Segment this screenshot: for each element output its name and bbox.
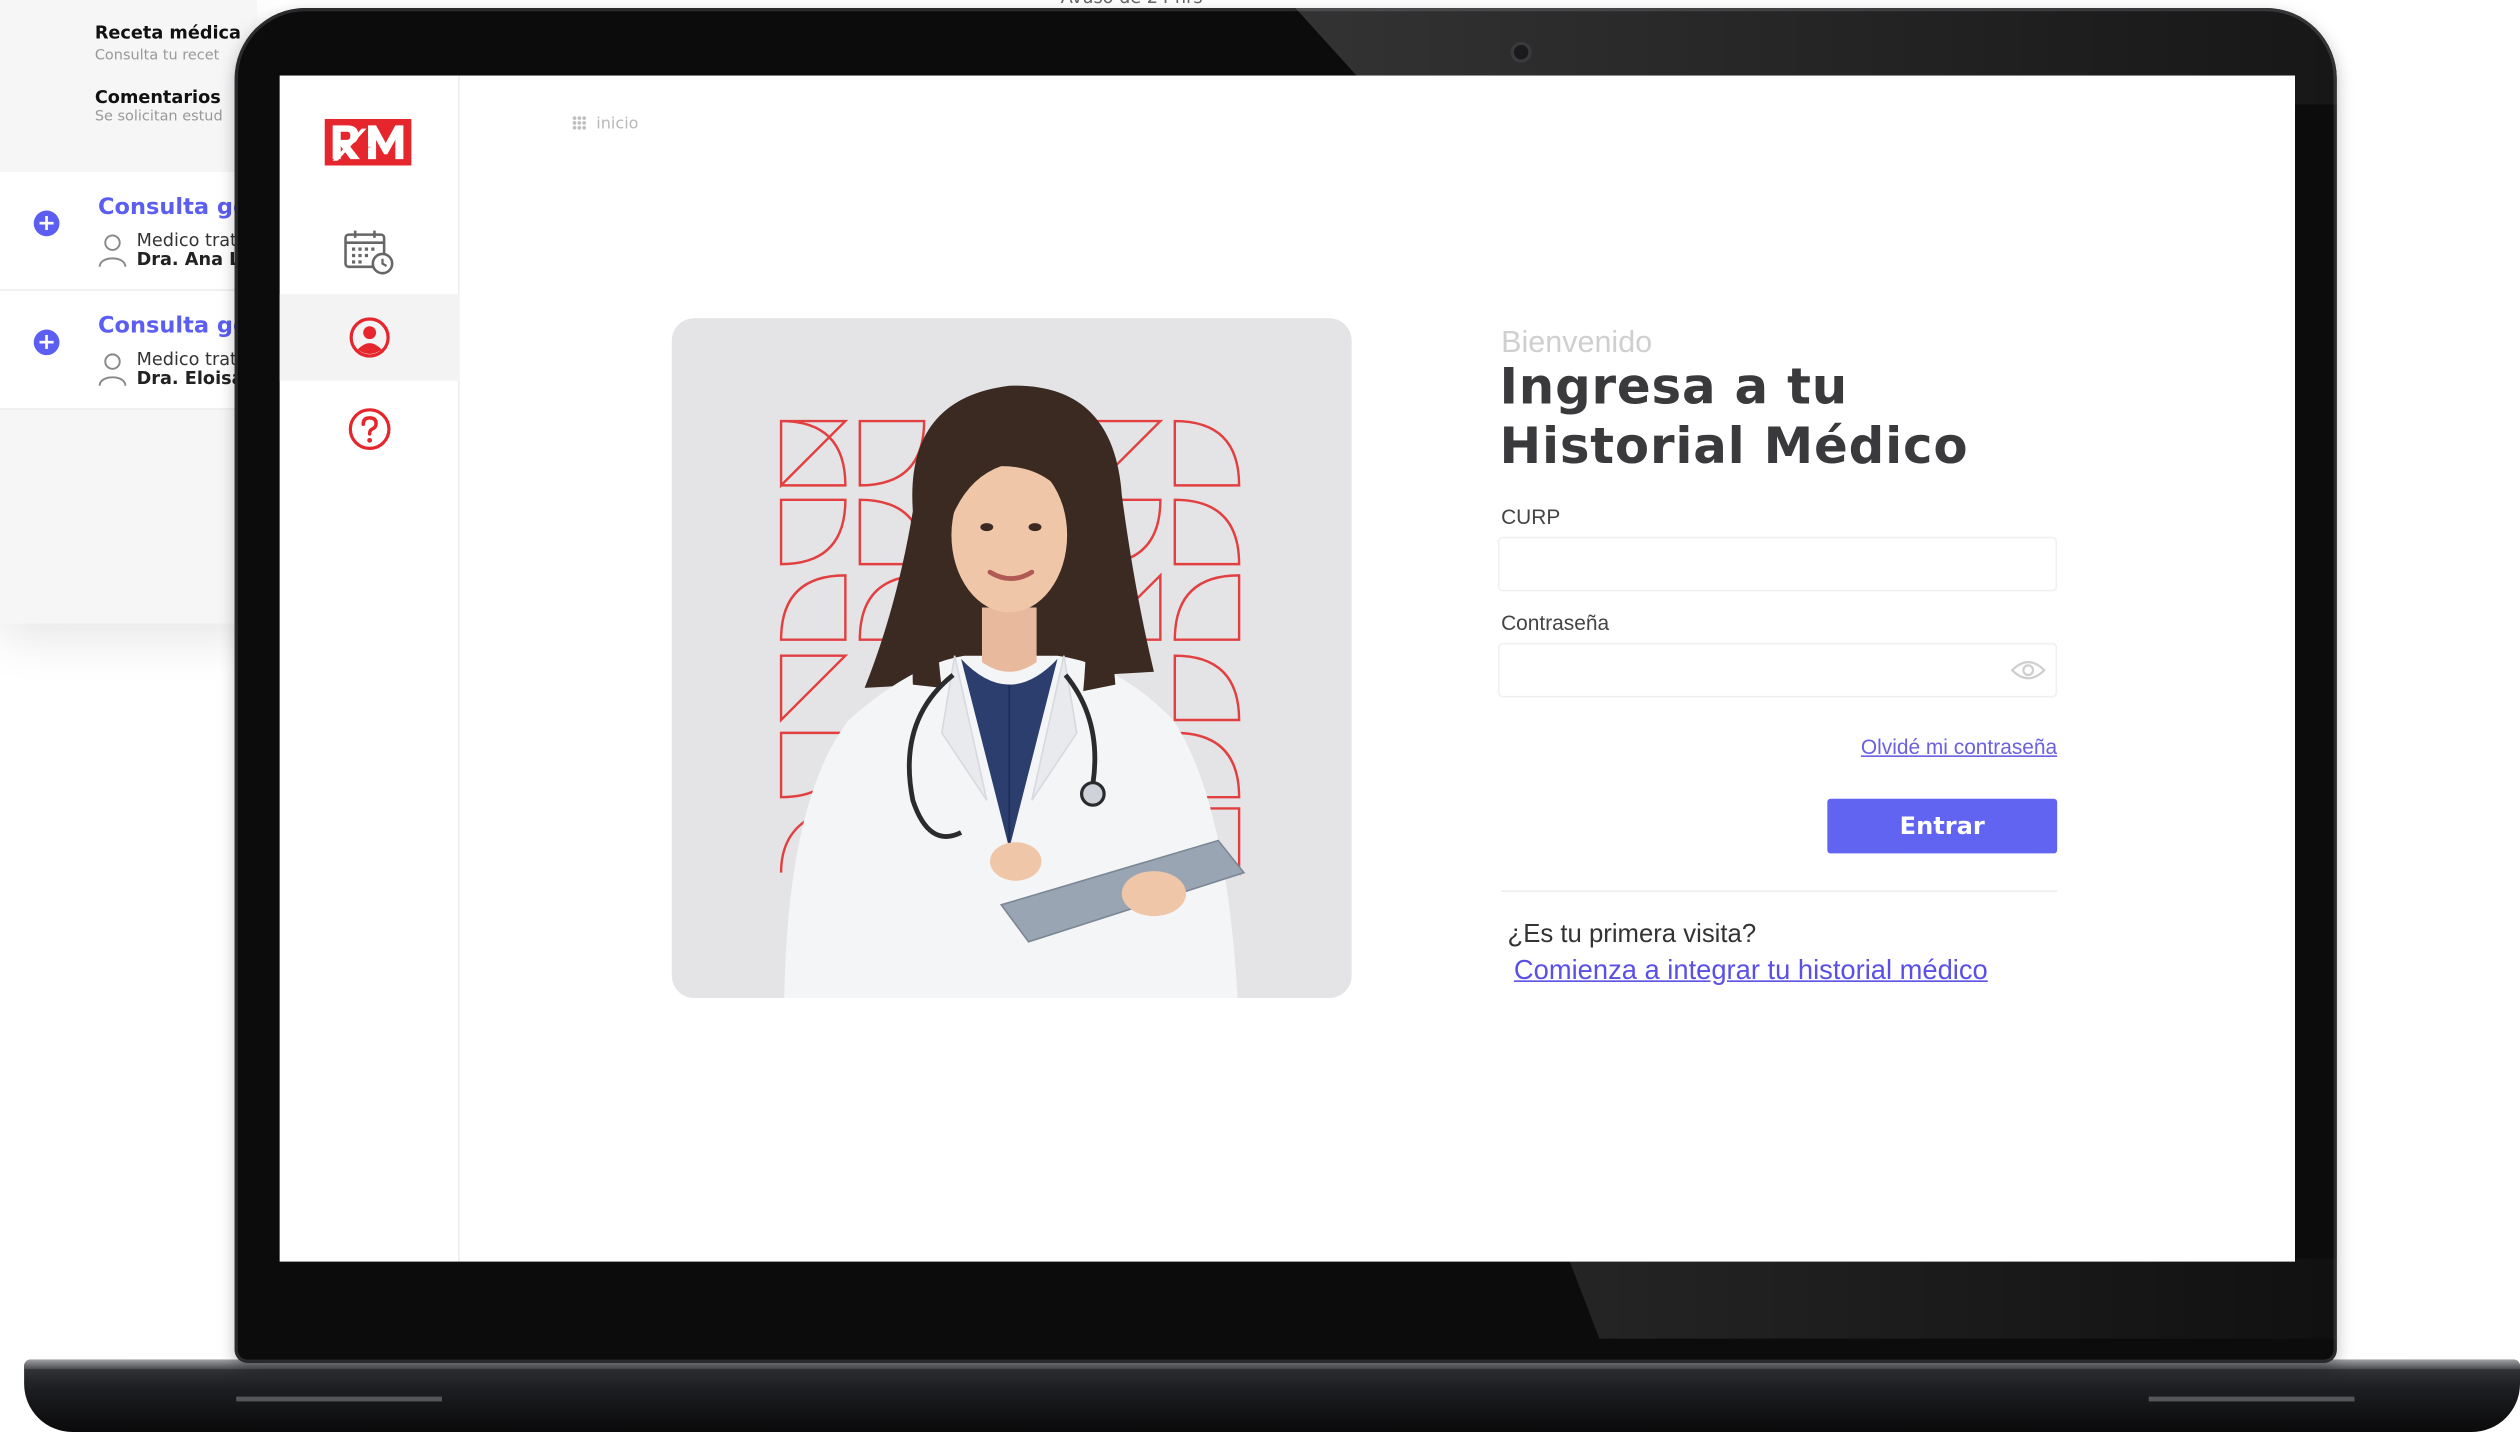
doctor-icon (98, 353, 127, 386)
login-heading: Ingresa a tu Historial Médico (1499, 358, 2045, 477)
camera-icon (1510, 41, 1532, 63)
rm-logo: RM (324, 118, 412, 166)
heading-line1: Ingresa a tu (1499, 358, 1849, 417)
background-item-title: Receta médica (94, 22, 241, 44)
welcome-text: Bienvenido (1501, 326, 1653, 361)
laptop-base (24, 1359, 2520, 1432)
password-label: Contraseña (1501, 610, 1610, 635)
register-link[interactable]: Comienza a integrar tu historial médico (1514, 955, 1988, 987)
background-item-subtitle: Consulta tu recet (94, 48, 220, 65)
laptop-foot-right (2148, 1396, 2355, 1402)
consult-line1: Medico trat (136, 229, 238, 251)
background-consult-card: + Consulta ge Medico trat Dra. Eloisa (0, 290, 258, 410)
doctor-illustration (779, 385, 1246, 999)
help-icon (348, 408, 391, 451)
background-consult-card: + Consulta ge Medico trat Dra. Ana Ló (0, 171, 258, 291)
app-screen: RM inicio Bienvenido Ingresa a tu Histor… (279, 75, 2296, 1262)
laptop-foot-left (236, 1396, 442, 1402)
first-visit-text: ¿Es tu primera visita? (1507, 920, 1757, 949)
background-item-title: Comentarios (94, 86, 221, 108)
background-top-text: Avuso de 24 hrs (1061, 0, 1203, 8)
consult-title: Consulta ge (98, 313, 249, 340)
login-button[interactable]: Entrar (1827, 798, 2058, 854)
user-icon (349, 317, 390, 358)
curp-label: CURP (1501, 504, 1561, 529)
sidebar-item-calendar[interactable] (280, 209, 460, 296)
curp-input[interactable] (1497, 536, 2058, 592)
grid-icon (572, 115, 587, 131)
consult-title: Consulta ge (98, 194, 249, 221)
divider (1501, 890, 2058, 892)
doctor-photo (671, 318, 1352, 999)
plus-icon: + (33, 329, 60, 356)
password-input[interactable] (1497, 642, 2058, 698)
plus-icon: + (33, 210, 60, 237)
calendar-icon (344, 230, 394, 275)
sidebar-item-help[interactable] (280, 386, 460, 473)
sidebar: RM (279, 75, 460, 1262)
breadcrumb[interactable]: inicio (572, 115, 639, 134)
breadcrumb-label: inicio (596, 115, 639, 134)
eye-icon[interactable] (2010, 659, 2046, 682)
heading-line2: Historial Médico (1499, 417, 1969, 476)
forgot-password-link[interactable]: Olvidé mi contraseña (1824, 734, 2057, 758)
doctor-icon (98, 234, 127, 268)
background-item-subtitle: Se solicitan estud (94, 109, 223, 126)
sidebar-item-profile[interactable] (279, 294, 460, 381)
bezel-reflection (1568, 1258, 2337, 1339)
stage: Avuso de 24 hrs Receta médica Consulta t… (0, 0, 2520, 1432)
consult-line1: Medico trat (136, 348, 238, 370)
background-panel: Receta médica Consulta tu recet Comentar… (0, 0, 258, 624)
consult-doctor: Dra. Eloisa (136, 368, 244, 389)
